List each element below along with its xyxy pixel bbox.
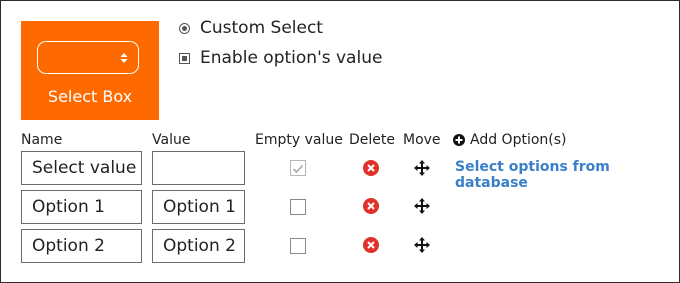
option-name-input[interactable] [21,229,142,263]
enable-value-checkbox[interactable] [179,52,190,64]
empty-value-checkbox[interactable] [290,160,306,176]
option-value-input[interactable] [152,190,245,224]
option-value-input[interactable] [152,151,245,185]
option-value-input[interactable] [152,229,245,263]
option-name-input[interactable] [21,190,142,224]
preview-select-control [37,41,139,74]
move-icon[interactable] [413,159,431,177]
add-option-button[interactable]: Add Option(s) [453,132,567,148]
delete-icon[interactable] [363,237,379,253]
option-name-input[interactable] [21,151,142,185]
select-box-settings-panel: Select Box Custom Select Enable option's… [0,0,680,283]
plus-circle-icon [453,134,465,146]
custom-select-option[interactable]: Custom Select [179,18,323,38]
delete-icon[interactable] [363,198,379,214]
custom-select-radio[interactable] [179,22,190,34]
select-box-preview[interactable]: Select Box [21,21,159,120]
delete-icon[interactable] [363,160,379,176]
preview-label: Select Box [47,87,133,106]
header-value: Value [152,132,191,148]
header-name: Name [21,132,63,148]
enable-value-label: Enable option's value [200,48,383,68]
custom-select-label: Custom Select [200,18,323,38]
move-icon[interactable] [413,236,431,254]
updown-arrows-icon [120,53,128,63]
select-from-database-link[interactable]: Select options from database [455,159,679,191]
move-icon[interactable] [413,197,431,215]
header-move: Move [403,132,441,148]
empty-value-checkbox[interactable] [290,238,306,254]
header-delete: Delete [349,132,395,148]
empty-value-checkbox[interactable] [290,199,306,215]
add-option-label: Add Option(s) [470,132,567,148]
enable-value-option[interactable]: Enable option's value [179,48,382,68]
checkmark-icon [292,164,304,174]
header-empty-value: Empty value [255,132,343,148]
